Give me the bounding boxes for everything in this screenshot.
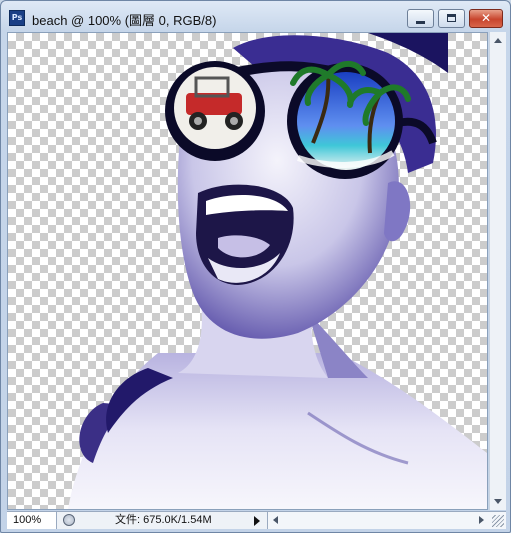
close-button[interactable]: ✕ xyxy=(469,9,503,28)
document-window: Ps beach @ 100% (圖層 0, RGB/8) ✕ 100% 文件:… xyxy=(0,0,511,533)
minimize-icon xyxy=(416,21,425,24)
zoom-level-field[interactable]: 100% xyxy=(7,512,57,529)
scroll-left-icon[interactable] xyxy=(273,516,278,524)
scroll-up-icon[interactable] xyxy=(494,38,502,43)
close-icon: ✕ xyxy=(480,11,492,25)
resize-grip-icon[interactable] xyxy=(492,515,504,527)
vertical-scrollbar[interactable] xyxy=(489,32,506,510)
document-size-info: 文件: 675.0K/1.54M xyxy=(115,514,212,526)
status-bar: 100% 文件: 675.0K/1.54M xyxy=(7,511,506,529)
horizontal-scrollbar[interactable] xyxy=(267,512,506,529)
info-icon[interactable] xyxy=(63,514,75,526)
scroll-right-icon[interactable] xyxy=(479,516,484,524)
minimize-button[interactable] xyxy=(407,9,434,28)
photoshop-icon: Ps xyxy=(9,10,25,26)
maximize-icon xyxy=(447,14,456,22)
document-canvas[interactable] xyxy=(7,32,488,510)
artwork-image xyxy=(68,33,487,509)
maximize-button[interactable] xyxy=(438,9,465,28)
title-bar[interactable]: Ps beach @ 100% (圖層 0, RGB/8) ✕ xyxy=(1,1,510,33)
scroll-down-icon[interactable] xyxy=(494,499,502,504)
status-menu-arrow-icon[interactable] xyxy=(254,516,260,526)
window-title: beach @ 100% (圖層 0, RGB/8) xyxy=(32,13,217,28)
